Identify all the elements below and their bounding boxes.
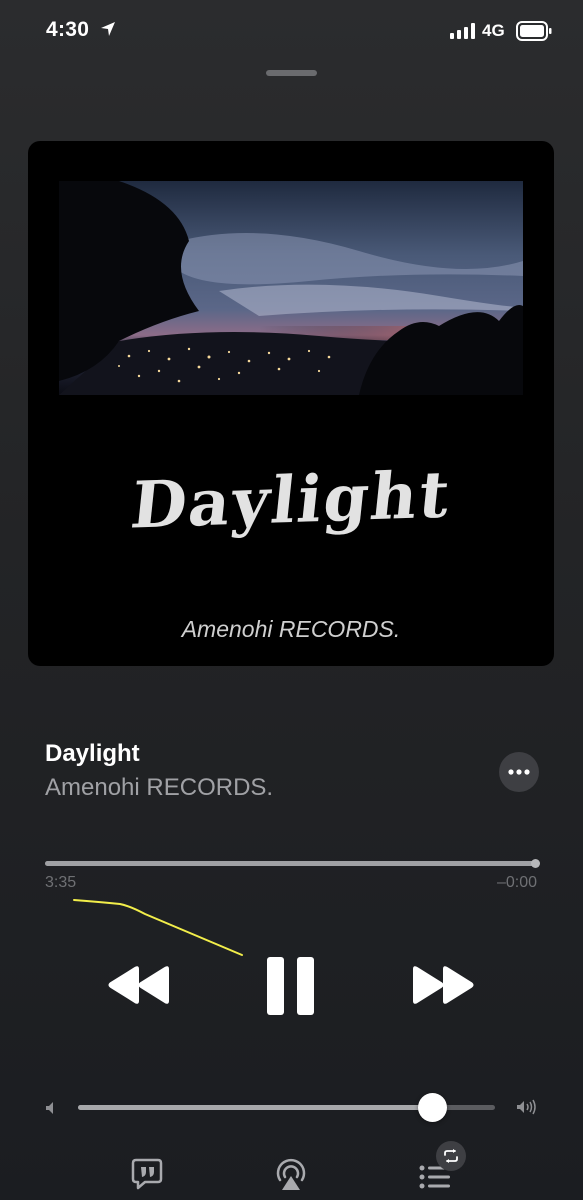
fast-forward-icon <box>413 966 474 1004</box>
repeat-badge[interactable] <box>436 1141 466 1171</box>
fast-forward-button[interactable] <box>412 965 474 1010</box>
volume-knob[interactable] <box>418 1093 448 1122</box>
speaker-low-icon <box>46 1102 53 1114</box>
album-artwork: Daylight Amenohi RECORDS. <box>28 141 554 666</box>
sheet-grabber[interactable] <box>266 70 317 76</box>
lyrics-quote-icon <box>131 1158 163 1190</box>
album-art-label: Amenohi RECORDS. <box>181 616 401 642</box>
more-options-button[interactable] <box>499 752 539 792</box>
cellular-signal-icon <box>450 23 475 39</box>
remaining-time: –0:00 <box>496 874 537 891</box>
battery-icon <box>516 21 552 41</box>
network-type: 4G <box>482 21 505 40</box>
pause-button[interactable] <box>266 957 316 1020</box>
ellipsis-icon <box>508 769 530 775</box>
repeat-icon <box>444 1149 458 1163</box>
status-bar: 4:30 4G <box>0 0 583 62</box>
airplay-button[interactable] <box>274 1158 308 1195</box>
lyrics-button[interactable] <box>131 1158 163 1195</box>
playback-scrubber[interactable] <box>45 859 540 868</box>
track-artist[interactable]: Amenohi RECORDS. <box>45 774 273 802</box>
location-arrow-icon <box>101 22 115 36</box>
track-title: Daylight <box>45 740 140 767</box>
airplay-icon <box>276 1158 306 1190</box>
status-time: 4:30 <box>46 18 90 41</box>
rewind-button[interactable] <box>108 965 170 1010</box>
album-photo <box>59 181 523 395</box>
elapsed-time: 3:35 <box>45 874 77 891</box>
playback-progress-fill <box>45 861 535 866</box>
playback-scrubber-knob[interactable] <box>531 859 540 868</box>
album-art-title: Daylight <box>127 457 455 544</box>
pause-icon <box>267 957 314 1015</box>
speaker-high-icon <box>517 1099 536 1115</box>
volume-fill <box>78 1105 433 1110</box>
rewind-icon <box>108 966 169 1004</box>
volume-slider[interactable] <box>78 1093 495 1122</box>
